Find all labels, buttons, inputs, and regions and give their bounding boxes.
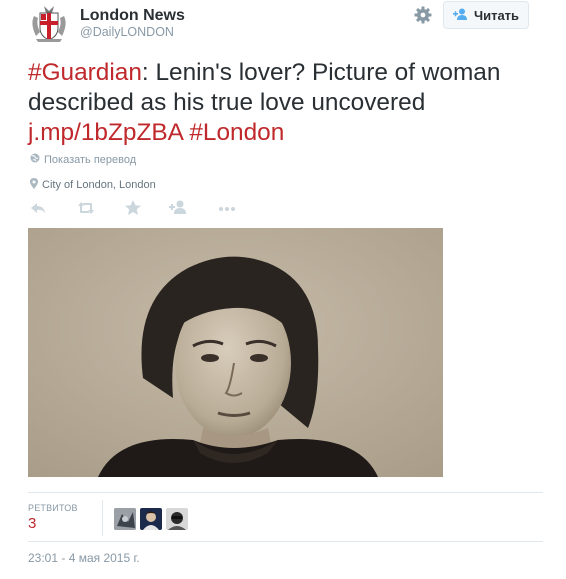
- location-label: City of London, London: [42, 179, 156, 191]
- gear-icon[interactable]: [413, 5, 433, 25]
- location-link[interactable]: City of London, London: [30, 178, 156, 192]
- translate-label: Показать перевод: [44, 153, 137, 166]
- globe-icon: [30, 153, 40, 166]
- more-icon[interactable]: [217, 198, 239, 218]
- retweeter-avatar[interactable]: [166, 508, 188, 530]
- account-handle[interactable]: @DailyLONDON: [80, 25, 174, 39]
- follow-icon[interactable]: [168, 198, 190, 218]
- reply-icon[interactable]: [28, 198, 50, 218]
- tweet-photo[interactable]: [28, 228, 443, 477]
- hashtag-guardian[interactable]: #Guardian: [28, 59, 142, 86]
- hashtag-london[interactable]: #London: [189, 119, 284, 146]
- retweeter-avatar[interactable]: [140, 508, 162, 530]
- follow-button[interactable]: Читать: [443, 1, 529, 29]
- tweet-link[interactable]: j.mp/1bZpZBA: [28, 119, 183, 146]
- retweet-icon[interactable]: [76, 198, 98, 218]
- avatar[interactable]: [28, 2, 70, 44]
- divider: [28, 541, 543, 542]
- tweet-timestamp[interactable]: 23:01 - 4 мая 2015 г.: [28, 551, 140, 565]
- map-pin-icon: [30, 178, 38, 192]
- follow-button-label: Читать: [473, 7, 520, 23]
- add-user-icon: [452, 8, 469, 23]
- translate-link[interactable]: Показать перевод: [30, 153, 136, 166]
- divider: [28, 492, 543, 493]
- retweeter-avatar[interactable]: [114, 508, 136, 530]
- retweets-label: РЕТВИТОВ: [28, 503, 78, 513]
- stats-separator: [102, 500, 103, 536]
- retweets-count[interactable]: 3: [28, 515, 36, 532]
- favorite-icon[interactable]: [123, 198, 145, 218]
- account-name[interactable]: London News: [80, 7, 185, 25]
- tweet-text: #Guardian: Lenin's lover? Picture of wom…: [28, 58, 543, 148]
